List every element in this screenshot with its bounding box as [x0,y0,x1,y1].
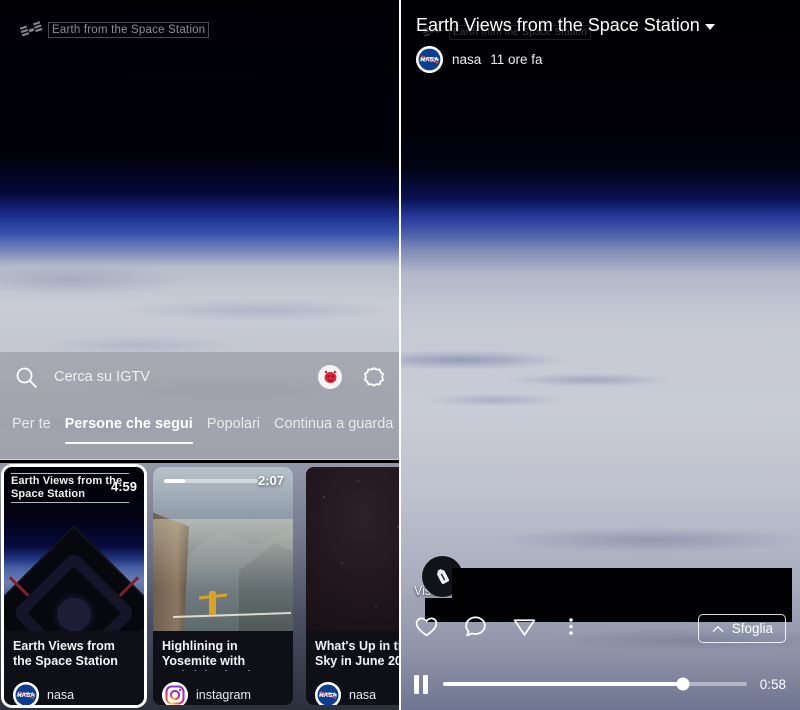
author-name: nasa [452,52,482,67]
search-input[interactable]: Cerca su IGTV [54,369,318,385]
card-footer[interactable]: instagram [162,682,284,705]
dual-screen-container: Earth from the Space Station Cerca su IG… [0,0,800,710]
comment-icon[interactable] [463,614,488,644]
svg-text:NASA: NASA [319,692,337,699]
card-footer[interactable]: NASA nasa [13,682,135,705]
card-username: nasa [349,688,377,702]
send-icon[interactable] [512,614,537,644]
card-thumbnail [306,467,400,631]
video-card-whats-up[interactable]: What's Up in the Sky in June 201 NASA [306,467,400,705]
seek-progress-fill [443,682,683,686]
seek-handle[interactable] [676,677,690,691]
tab-continua-a-guardare[interactable]: Continua a guarda [274,416,393,444]
player-time: 0:58 [759,676,786,692]
heart-icon[interactable] [414,614,439,644]
card-thumbnail: 2:07 [153,467,293,631]
card-title: Highlining in Yosemite with @chrisburkar… [162,639,251,671]
page-title[interactable]: Earth Views from the Space Station [416,14,784,36]
video-card-earth-views[interactable]: Earth Views from the Space Station 4:59 … [4,467,144,705]
svg-text:NASA: NASA [17,692,35,699]
card-username: nasa [47,688,75,702]
more-vertical-icon[interactable] [561,614,581,644]
video-card-list: Earth Views from the Space Station 4:59 … [0,463,400,710]
player-action-bar [414,614,581,644]
seek-slider[interactable] [443,677,747,691]
nasa-avatar: NASA [13,682,39,705]
igtv-browse-screen: Earth from the Space Station Cerca su IG… [0,0,400,710]
highliner-figure [209,591,216,615]
video-card-highlining[interactable]: 2:07 Highlining in Yosemite with @chrisb… [153,467,293,705]
iss-silhouette-icon [4,525,144,631]
card-progress-bar [164,479,258,483]
screen-divider [399,0,401,710]
card-body: Earth Views from the Space Station NASA [4,631,144,705]
igtv-search-bar[interactable]: Cerca su IGTV [0,352,400,402]
nasa-avatar: NASA [315,682,341,705]
card-title: What's Up in the Sky in June 201 [315,639,400,668]
search-icon [14,365,38,389]
card-duration: 2:07 [257,473,284,488]
tab-popolari[interactable]: Popolari [207,416,260,444]
player-controls: 0:58 [414,672,786,696]
chevron-down-icon[interactable] [704,23,715,30]
chevron-up-icon [711,622,725,636]
igtv-profile-icon[interactable] [318,365,342,389]
svg-text:NASA: NASA [420,57,439,64]
instagram-avatar [162,682,188,705]
tab-persone-che-segui[interactable]: Persone che segui [64,416,193,444]
browse-button-label: Sfoglia [731,621,773,636]
nasa-avatar: NASA [416,46,443,73]
card-footer[interactable]: NASA nasa [315,682,400,705]
card-username: instagram [196,688,251,702]
card-duration: 4:59 [110,479,137,494]
player-title-text: Earth Views from the Space Station [416,15,700,35]
igtv-tabs[interactable]: Per te Persone che segui Popolari Contin… [0,402,400,460]
player-header: Earth Views from the Space Station NASA … [400,0,800,73]
card-title: Earth Views from the Space Station [13,639,118,668]
card-body: What's Up in the Sky in June 201 NASA [306,631,400,705]
iss-watermark: Earth from the Space Station [19,20,210,40]
watermark-label: Earth from the Space Station [48,22,210,38]
card-body: Highlining in Yosemite with @chrisburkar… [153,631,293,705]
haze-overlay [153,519,293,589]
igtv-player-screen: Earth from the Space Station Earth Views… [400,0,800,710]
tab-per-te[interactable]: Per te [12,416,51,444]
pause-icon[interactable] [414,674,430,694]
iss-icon [19,20,44,40]
timestamp: 11 ore fa [490,52,543,67]
card-thumbnail: Earth Views from the Space Station 4:59 [4,467,144,631]
gear-icon[interactable] [362,365,386,389]
author-row[interactable]: NASA nasa 11 ore fa [416,46,784,73]
browse-button[interactable]: Sfoglia [697,614,786,643]
